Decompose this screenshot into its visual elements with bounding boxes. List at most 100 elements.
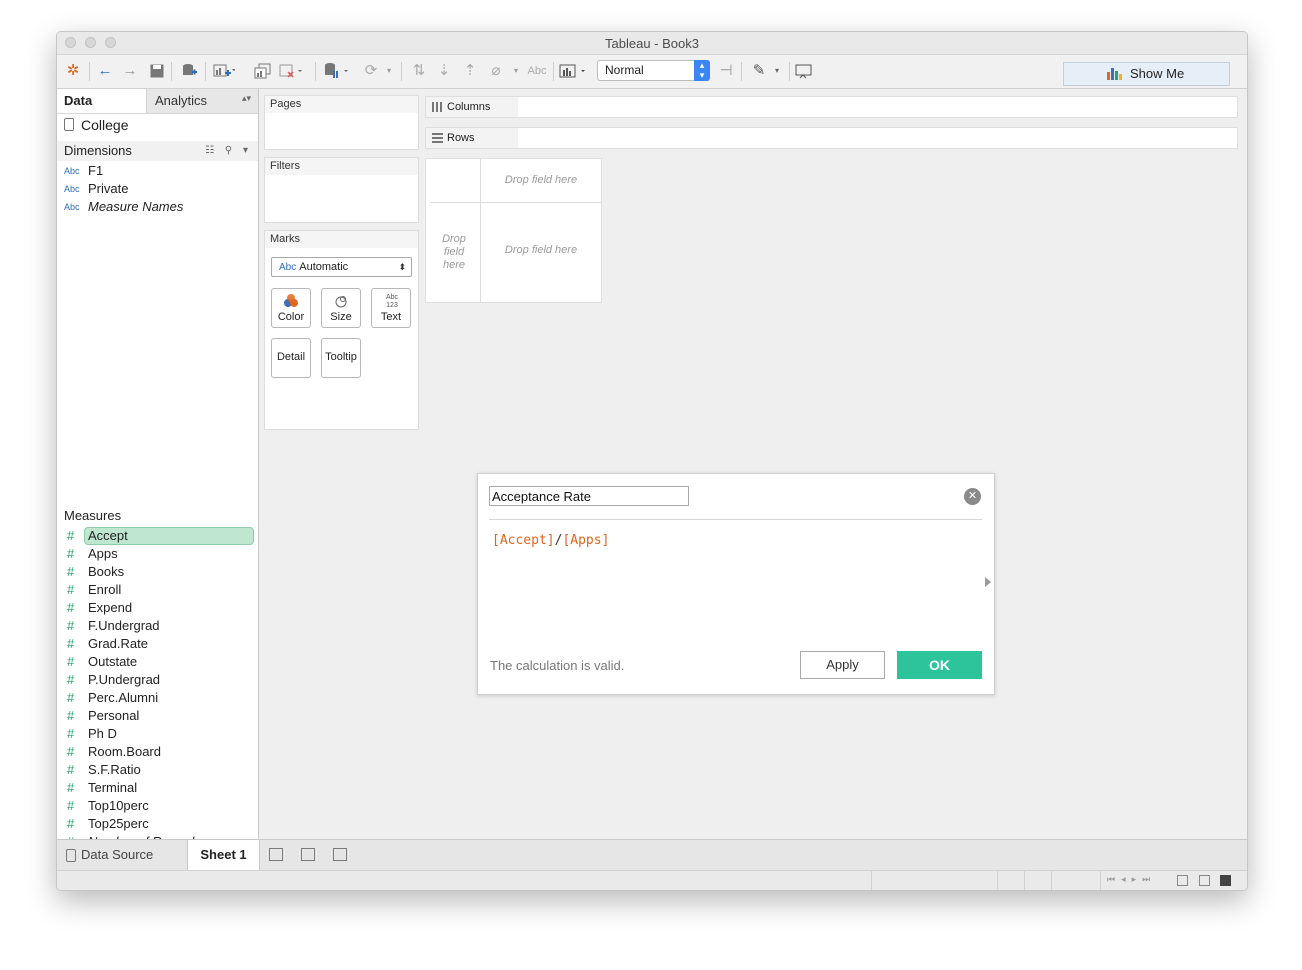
presentation-mode-icon[interactable]: [794, 61, 814, 81]
tableau-logo-icon[interactable]: ✲: [63, 61, 83, 81]
title-bar: Tableau - Book3: [57, 32, 1247, 55]
text-icon: Abc 123: [385, 294, 399, 309]
updown-icon: ▴▾: [241, 93, 251, 103]
measure-field[interactable]: # Ph D: [57, 725, 258, 743]
new-datasource-icon[interactable]: [179, 61, 199, 81]
measure-icon: #: [67, 726, 75, 741]
color-icon: [284, 294, 298, 307]
updown-icon: ⬍: [398, 262, 406, 272]
highlight-icon[interactable]: ✎: [749, 61, 769, 81]
measure-field[interactable]: # Apps: [57, 545, 258, 563]
tab-analytics[interactable]: Analytics ▴▾: [146, 89, 258, 113]
measure-icon: #: [67, 564, 75, 579]
duplicate-sheet-icon[interactable]: [253, 61, 273, 81]
redo-icon[interactable]: →: [120, 61, 140, 81]
save-icon[interactable]: [147, 61, 167, 81]
dimension-field[interactable]: Abc Private: [57, 180, 258, 198]
sheet-navigation-icon[interactable]: ⏮◂▸⏭: [1107, 874, 1156, 885]
size-icon: [335, 296, 347, 308]
close-icon[interactable]: ✕: [964, 488, 981, 505]
bar-chart-icon: [1107, 68, 1122, 80]
status-bar: ⏮◂▸⏭: [57, 870, 1247, 890]
measure-field[interactable]: # Top25perc: [57, 815, 258, 833]
pause-updates-icon[interactable]: [323, 61, 348, 81]
view-size-select[interactable]: Normal ▴ ▾: [597, 60, 710, 81]
measure-field[interactable]: # Enroll: [57, 581, 258, 599]
rows-icon: [432, 133, 443, 143]
apply-button[interactable]: Apply: [800, 651, 885, 679]
swap-icon[interactable]: ⇅: [409, 61, 429, 81]
dimensions-header: Dimensions ☷ ⚲ ▾: [57, 141, 258, 161]
drop-zone-rows[interactable]: Drop field here: [434, 233, 474, 272]
group-icon[interactable]: ⌀: [486, 61, 506, 81]
formula-editor[interactable]: [Accept]/[Apps]: [492, 533, 609, 548]
measure-icon: #: [67, 618, 75, 633]
tab-data[interactable]: Data: [57, 89, 146, 113]
measure-icon: #: [67, 762, 75, 777]
detail-button[interactable]: Detail: [271, 338, 311, 378]
measure-icon: #: [67, 654, 75, 669]
window-title: Tableau - Book3: [605, 36, 699, 51]
measure-field[interactable]: # Top10perc: [57, 797, 258, 815]
refresh-dropdown-icon[interactable]: ▾: [379, 61, 399, 81]
mark-type-select[interactable]: Abc Automatic ⬍: [271, 257, 412, 277]
new-worksheet-icon[interactable]: [213, 61, 236, 81]
group-dropdown-icon[interactable]: ▾: [506, 61, 526, 81]
text-button[interactable]: Abc 123 Text: [371, 288, 411, 328]
measure-field[interactable]: # Room.Board: [57, 743, 258, 761]
undo-icon[interactable]: ←: [95, 61, 115, 81]
ok-button[interactable]: OK: [897, 651, 982, 679]
show-sheet-sorter-icon[interactable]: [1177, 875, 1188, 886]
measure-field[interactable]: # Grad.Rate: [57, 635, 258, 653]
tooltip-button[interactable]: Tooltip: [321, 338, 361, 378]
measure-field[interactable]: # Accept: [57, 527, 258, 545]
calculation-name-input[interactable]: [489, 486, 689, 506]
new-worksheet-icon[interactable]: [269, 848, 283, 861]
tab-data-source[interactable]: Data Source: [57, 840, 187, 870]
show-filmstrip-icon[interactable]: [1199, 875, 1210, 886]
rows-shelf[interactable]: Rows: [425, 127, 1238, 149]
datasource-item[interactable]: College: [64, 117, 128, 133]
new-dashboard-icon[interactable]: [301, 848, 315, 861]
expand-functions-icon[interactable]: [985, 577, 991, 587]
calculation-dialog: ✕ [Accept]/[Apps] The calculation is val…: [477, 473, 995, 695]
measure-field[interactable]: # Books: [57, 563, 258, 581]
highlight-dropdown-icon[interactable]: ▾: [767, 61, 787, 81]
color-button[interactable]: Color: [271, 288, 311, 328]
drop-zone-columns[interactable]: Drop field here: [486, 174, 596, 186]
sort-descending-icon[interactable]: ⇡: [460, 61, 480, 81]
marks-card: Marks Abc Automatic ⬍ Color Size Abc 123 …: [264, 230, 419, 430]
dimension-tools-icon[interactable]: ☷ ⚲ ▾: [205, 141, 252, 161]
measure-icon: #: [67, 582, 75, 597]
tab-sheet-1[interactable]: Sheet 1: [187, 840, 260, 870]
measure-field[interactable]: # Expend: [57, 599, 258, 617]
drop-zone-center[interactable]: Drop field here: [486, 244, 596, 256]
fit-icon[interactable]: [559, 61, 585, 81]
clear-sheet-icon[interactable]: [279, 61, 302, 81]
pin-icon[interactable]: ⊣: [716, 61, 736, 81]
measure-field[interactable]: # Terminal: [57, 779, 258, 797]
toolbar: ✲ ← → ⟳ ▾ ⇅ ⇣ ⇡ ⌀ ▾ Abc Normal ▴ ▾ ⊣ ✎ ▾…: [57, 55, 1247, 89]
pages-card[interactable]: Pages: [264, 95, 419, 150]
database-icon: [64, 118, 74, 131]
measure-icon: #: [67, 690, 75, 705]
new-story-icon[interactable]: [333, 848, 347, 861]
measure-field[interactable]: # Outstate: [57, 653, 258, 671]
refresh-icon[interactable]: ⟳: [361, 61, 381, 81]
measure-field[interactable]: # P.Undergrad: [57, 671, 258, 689]
show-tabs-icon[interactable]: [1220, 875, 1231, 886]
dimension-field[interactable]: Abc F1: [57, 162, 258, 180]
measure-field[interactable]: # Perc.Alumni: [57, 689, 258, 707]
database-icon: [66, 849, 76, 862]
sort-ascending-icon[interactable]: ⇣: [434, 61, 454, 81]
columns-shelf[interactable]: Columns: [425, 96, 1238, 118]
measure-field[interactable]: # F.Undergrad: [57, 617, 258, 635]
select-arrows-icon: ▴ ▾: [694, 60, 710, 81]
measure-field[interactable]: # S.F.Ratio: [57, 761, 258, 779]
measure-field[interactable]: # Personal: [57, 707, 258, 725]
show-labels-icon[interactable]: Abc: [524, 61, 550, 81]
filters-card[interactable]: Filters: [264, 157, 419, 223]
dimension-field[interactable]: Abc Measure Names: [57, 198, 258, 216]
size-button[interactable]: Size: [321, 288, 361, 328]
show-me-button[interactable]: Show Me: [1063, 62, 1230, 86]
